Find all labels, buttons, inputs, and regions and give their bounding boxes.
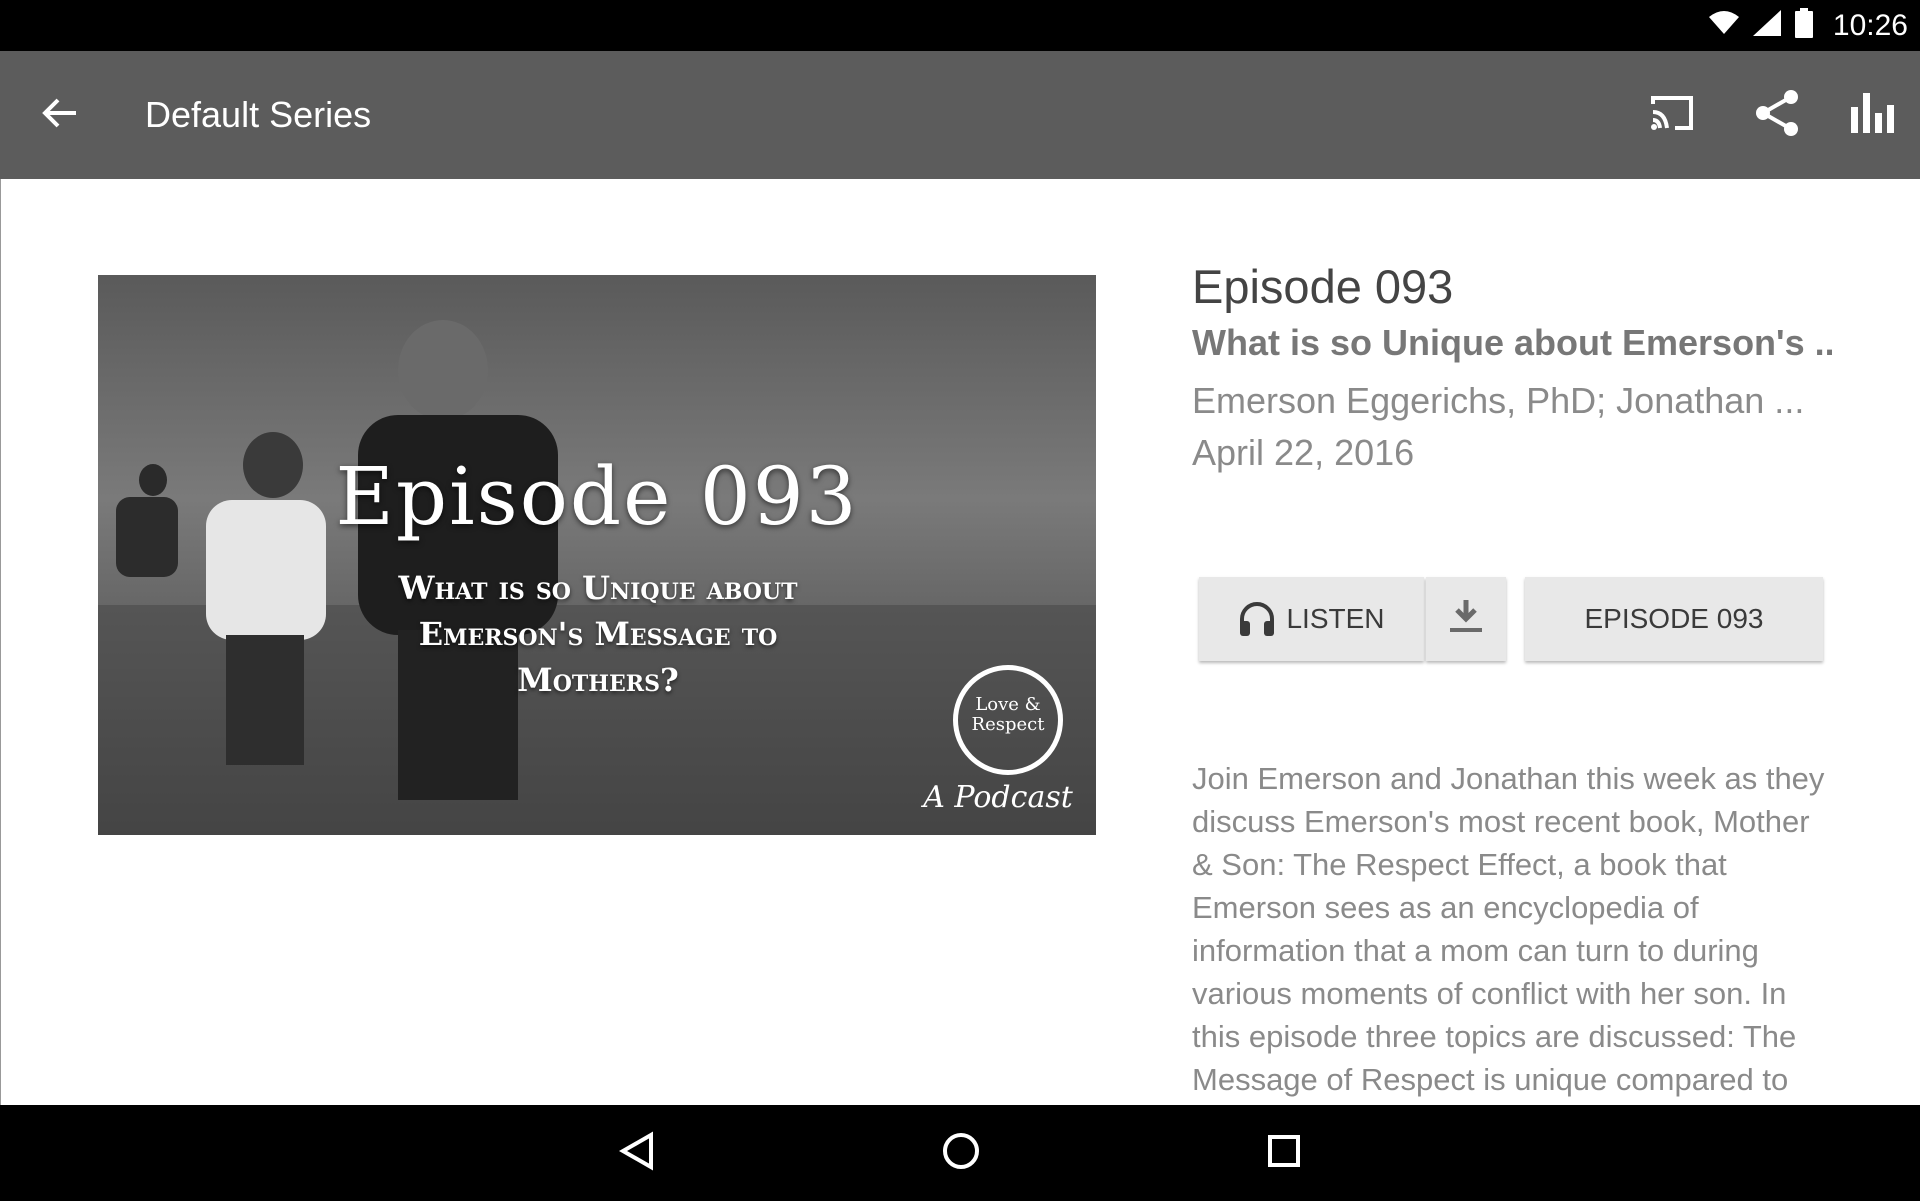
download-icon (1446, 598, 1486, 641)
status-icons: 10:26 (1708, 0, 1908, 51)
artwork-photo (98, 275, 1096, 835)
share-button[interactable] (1745, 85, 1809, 145)
app-bar: Default Series (0, 51, 1920, 179)
triangle-back-icon (618, 1131, 655, 1176)
signal-icon (1752, 10, 1781, 41)
artwork-title: Episode 093 (335, 450, 859, 543)
page-title: Default Series (145, 94, 372, 135)
download-button[interactable] (1426, 577, 1506, 661)
status-time: 10:26 (1832, 8, 1908, 42)
content: Episode 093 What is so Unique about Emer… (0, 179, 1920, 1105)
podcast-logo-text: Love & Respect (971, 694, 1045, 735)
listen-label: LISTEN (1286, 603, 1385, 634)
cast-button[interactable] (1640, 85, 1704, 145)
episode-description: Join Emerson and Jonathan this week as t… (1192, 761, 1825, 1097)
episode-button[interactable]: EPISODE 093 (1525, 577, 1823, 661)
nav-back-button[interactable] (607, 1123, 667, 1183)
episode-details: Episode 093 What is so Unique about Emer… (1192, 259, 1832, 475)
episode-artwork: Episode 093 What is so Unique about Emer… (98, 275, 1096, 835)
battery-icon (1794, 8, 1813, 43)
square-recents-icon (1266, 1133, 1302, 1174)
status-bar: 10:26 (0, 0, 1920, 51)
podcast-logo-tag: A Podcast (923, 780, 1073, 815)
episode-date: April 22, 2016 (1192, 432, 1415, 473)
nav-recents-button[interactable] (1254, 1123, 1314, 1183)
headphones-icon (1238, 601, 1276, 637)
wifi-icon (1708, 11, 1739, 40)
episode-authors: Emerson Eggerichs, PhD; Jonathan ... (1192, 380, 1805, 421)
circle-home-icon (941, 1131, 981, 1176)
artwork-subtitle: What is so Unique about Emerson's Messag… (398, 569, 798, 699)
nav-home-button[interactable] (931, 1123, 991, 1183)
episode-number: Episode 093 (1192, 260, 1454, 313)
episode-title: What is so Unique about Emerson's ... (1192, 322, 1832, 363)
episode-actions: LISTEN EPISODE 093 (1199, 577, 1827, 663)
listen-button[interactable]: LISTEN (1199, 577, 1424, 661)
cast-icon (1649, 94, 1695, 137)
stats-button[interactable] (1841, 85, 1905, 145)
bar-chart-icon (1849, 91, 1897, 140)
share-icon (1753, 89, 1801, 142)
arrow-back-icon (42, 97, 78, 134)
back-button[interactable] (30, 85, 90, 145)
navigation-bar (0, 1105, 1920, 1201)
